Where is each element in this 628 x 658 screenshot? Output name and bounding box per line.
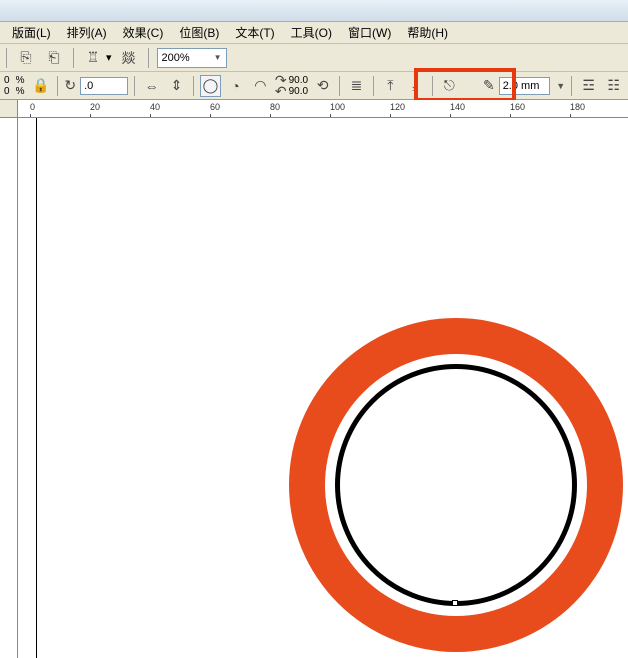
ruler-tick: 20 — [90, 102, 100, 112]
standard-toolbar: ⎘ ⎗ ♖ ▾ 燚 200% ▼ — [0, 44, 628, 72]
behind-fill-icon[interactable]: ☲ — [578, 75, 599, 97]
separator — [73, 48, 74, 68]
wrap-text-icon[interactable]: ≣ — [346, 75, 367, 97]
menu-tool[interactable]: 工具(O) — [283, 22, 340, 43]
mirror-h-icon[interactable]: ⇔ — [141, 75, 162, 97]
app-launcher-icon[interactable]: ♖ — [82, 47, 104, 69]
ruler-tick: 80 — [270, 102, 280, 112]
workspace — [0, 118, 628, 658]
scale-y-value: 0 — [4, 86, 10, 97]
outline-pen-icon: ✎ — [483, 77, 495, 94]
separator — [57, 76, 58, 96]
title-bar — [0, 0, 628, 22]
welcome-icon[interactable]: 燚 — [118, 47, 140, 69]
menu-arrange[interactable]: 排列(A) — [59, 22, 115, 43]
arc-end-value[interactable]: 90.0 — [289, 86, 308, 97]
ellipse-tool-icon[interactable]: ◯ — [200, 75, 221, 97]
arc-angle-group: ↷90.0 ↶90.0 — [275, 75, 308, 97]
separator — [432, 76, 433, 96]
rotation-angle-input[interactable] — [80, 77, 128, 95]
separator — [6, 48, 7, 68]
scale-outline-icon[interactable]: ☷ — [603, 75, 624, 97]
separator — [373, 76, 374, 96]
scale-x-value: 0 — [4, 75, 10, 86]
ruler-tick: 120 — [390, 102, 405, 112]
black-circle-shape[interactable] — [335, 364, 577, 606]
menu-bitmap[interactable]: 位图(B) — [171, 22, 227, 43]
dropdown-arrow-icon[interactable]: ▾ — [106, 51, 112, 64]
drawing-canvas[interactable] — [18, 118, 628, 658]
menu-bar: 版面(L) 排列(A) 效果(C) 位图(B) 文本(T) 工具(O) 窗口(W… — [0, 22, 628, 44]
zoom-value: 200% — [162, 52, 190, 64]
outline-width-value: 2.0 mm — [503, 80, 540, 92]
arc-start-value[interactable]: 90.0 — [289, 75, 308, 86]
ruler-tick: 0 — [30, 102, 35, 112]
ruler-tick: 60 — [210, 102, 220, 112]
import-icon[interactable]: ⎘ — [15, 47, 37, 69]
chevron-down-icon[interactable]: ▼ — [214, 53, 222, 62]
convert-curves-icon[interactable]: ⎋ — [439, 75, 460, 97]
property-bar: 0 0 % % 🔒 ↻ ⇔ ⇕ ◯ ◔ ◠ ↷90.0 ↶90.0 ⟲ ≣ ⤒ … — [0, 72, 628, 100]
menu-window[interactable]: 窗口(W) — [340, 22, 399, 43]
percent-unit: % % — [16, 75, 25, 97]
separator — [134, 76, 135, 96]
menu-help[interactable]: 帮助(H) — [399, 22, 456, 43]
export-icon[interactable]: ⎗ — [43, 47, 65, 69]
separator — [571, 76, 572, 96]
rotate-icon: ↻ — [64, 77, 76, 94]
scale-percent-group: 0 0 — [4, 75, 10, 97]
page-boundary — [36, 118, 37, 658]
pie-tool-icon[interactable]: ◔ — [225, 75, 246, 97]
to-front-icon[interactable]: ⤒ — [380, 75, 401, 97]
ruler-horizontal[interactable]: 020406080100120140160180200 — [0, 100, 628, 118]
mirror-v-icon[interactable]: ⇕ — [166, 75, 187, 97]
selection-node[interactable] — [452, 600, 458, 606]
menu-layout[interactable]: 版面(L) — [4, 22, 59, 43]
menu-effects[interactable]: 效果(C) — [115, 22, 172, 43]
chevron-down-icon[interactable]: ▼ — [556, 81, 565, 91]
ruler-vertical[interactable] — [0, 118, 18, 658]
direction-toggle-icon[interactable]: ⟲ — [312, 75, 333, 97]
ruler-tick: 140 — [450, 102, 465, 112]
ruler-tick: 40 — [150, 102, 160, 112]
ruler-tick: 100 — [330, 102, 345, 112]
separator — [339, 76, 340, 96]
ruler-tick: 180 — [570, 102, 585, 112]
separator — [193, 76, 194, 96]
arc-tool-icon[interactable]: ◠ — [250, 75, 271, 97]
arc-end-icon: ↶ — [275, 86, 287, 97]
lock-ratio-icon[interactable]: 🔒 — [30, 75, 51, 97]
to-back-icon[interactable]: ⤓ — [405, 75, 426, 97]
ruler-tick: 160 — [510, 102, 525, 112]
separator — [148, 48, 149, 68]
outline-width-input[interactable]: 2.0 mm — [499, 77, 551, 95]
ruler-origin[interactable] — [0, 100, 18, 118]
zoom-level-input[interactable]: 200% ▼ — [157, 48, 227, 68]
menu-text[interactable]: 文本(T) — [227, 22, 282, 43]
